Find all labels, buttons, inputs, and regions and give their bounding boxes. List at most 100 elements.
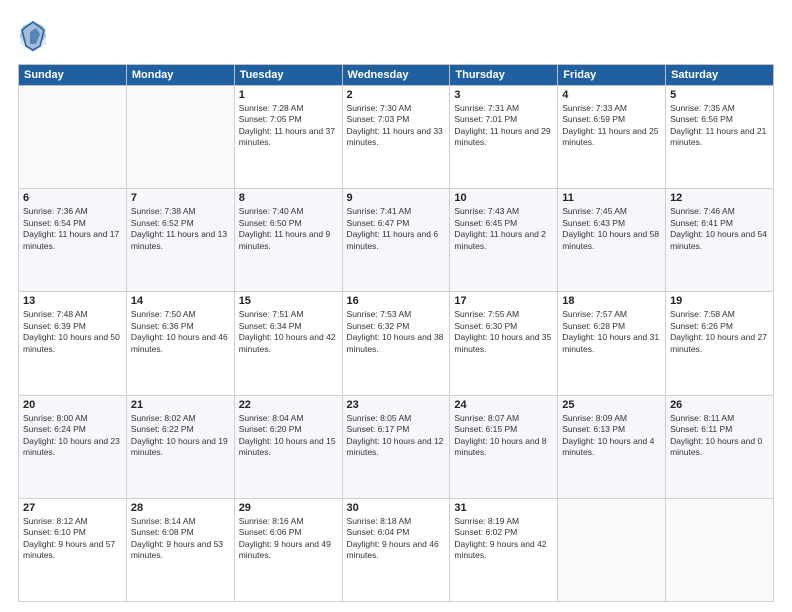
day-number: 1 bbox=[239, 89, 338, 101]
weekday-header-saturday: Saturday bbox=[666, 65, 774, 86]
weekday-header-friday: Friday bbox=[558, 65, 666, 86]
day-cell: 26 Sunrise: 8:11 AM Sunset: 6:11 PM Dayli… bbox=[666, 395, 774, 498]
page: SundayMondayTuesdayWednesdayThursdayFrid… bbox=[0, 0, 792, 612]
day-number: 28 bbox=[131, 502, 230, 514]
week-row-4: 20 Sunrise: 8:00 AM Sunset: 6:24 PM Dayli… bbox=[19, 395, 774, 498]
day-number: 7 bbox=[131, 192, 230, 204]
day-cell: 2Sunrise: 7:30 AM Sunset: 7:03 PM Daylig… bbox=[342, 86, 450, 189]
day-number: 10 bbox=[454, 192, 553, 204]
week-row-2: 6 Sunrise: 7:36 AM Sunset: 6:54 PM Daylig… bbox=[19, 189, 774, 292]
day-cell: 3 Sunrise: 7:31 AM Sunset: 7:01 PM Daylig… bbox=[450, 86, 558, 189]
day-cell: 9Sunrise: 7:41 AM Sunset: 6:47 PM Daylig… bbox=[342, 189, 450, 292]
day-info: Sunrise: 7:48 AM Sunset: 6:39 PM Dayligh… bbox=[23, 309, 122, 355]
weekday-header-wednesday: Wednesday bbox=[342, 65, 450, 86]
day-info: Sunrise: 7:45 AM Sunset: 6:43 PM Dayligh… bbox=[562, 206, 661, 252]
weekday-header-thursday: Thursday bbox=[450, 65, 558, 86]
day-cell: 10 Sunrise: 7:43 AM Sunset: 6:45 PM Dayli… bbox=[450, 189, 558, 292]
day-cell: 28 Sunrise: 8:14 AM Sunset: 6:08 PM Dayli… bbox=[126, 498, 234, 601]
day-cell: 12 Sunrise: 7:46 AM Sunset: 6:41 PM Dayli… bbox=[666, 189, 774, 292]
day-info: Sunrise: 8:18 AM Sunset: 6:04 PM Dayligh… bbox=[347, 516, 446, 562]
logo bbox=[18, 18, 52, 54]
day-info: Sunrise: 7:30 AM Sunset: 7:03 PM Dayligh… bbox=[347, 103, 446, 149]
day-cell: 22 Sunrise: 8:04 AM Sunset: 6:20 PM Dayli… bbox=[234, 395, 342, 498]
day-cell bbox=[19, 86, 127, 189]
day-info: Sunrise: 7:53 AM Sunset: 6:32 PM Dayligh… bbox=[347, 309, 446, 355]
day-info: Sunrise: 7:38 AM Sunset: 6:52 PM Dayligh… bbox=[131, 206, 230, 252]
day-info: Sunrise: 8:14 AM Sunset: 6:08 PM Dayligh… bbox=[131, 516, 230, 562]
day-cell: 21Sunrise: 8:02 AM Sunset: 6:22 PM Dayli… bbox=[126, 395, 234, 498]
day-info: Sunrise: 7:41 AM Sunset: 6:47 PM Dayligh… bbox=[347, 206, 446, 252]
day-info: Sunrise: 7:31 AM Sunset: 7:01 PM Dayligh… bbox=[454, 103, 553, 149]
day-cell: 31Sunrise: 8:19 AM Sunset: 6:02 PM Dayli… bbox=[450, 498, 558, 601]
day-info: Sunrise: 7:28 AM Sunset: 7:05 PM Dayligh… bbox=[239, 103, 338, 149]
day-number: 15 bbox=[239, 295, 338, 307]
day-info: Sunrise: 8:05 AM Sunset: 6:17 PM Dayligh… bbox=[347, 413, 446, 459]
weekday-header-sunday: Sunday bbox=[19, 65, 127, 86]
day-info: Sunrise: 7:35 AM Sunset: 6:56 PM Dayligh… bbox=[670, 103, 769, 149]
day-cell: 24 Sunrise: 8:07 AM Sunset: 6:15 PM Dayli… bbox=[450, 395, 558, 498]
weekday-header-monday: Monday bbox=[126, 65, 234, 86]
day-number: 6 bbox=[23, 192, 122, 204]
day-cell: 29 Sunrise: 8:16 AM Sunset: 6:06 PM Dayli… bbox=[234, 498, 342, 601]
day-info: Sunrise: 8:12 AM Sunset: 6:10 PM Dayligh… bbox=[23, 516, 122, 562]
day-number: 18 bbox=[562, 295, 661, 307]
day-number: 8 bbox=[239, 192, 338, 204]
day-cell: 18Sunrise: 7:57 AM Sunset: 6:28 PM Dayli… bbox=[558, 292, 666, 395]
day-cell: 16 Sunrise: 7:53 AM Sunset: 6:32 PM Dayli… bbox=[342, 292, 450, 395]
day-number: 12 bbox=[670, 192, 769, 204]
day-cell bbox=[126, 86, 234, 189]
logo-icon bbox=[18, 18, 48, 54]
day-info: Sunrise: 7:33 AM Sunset: 6:59 PM Dayligh… bbox=[562, 103, 661, 149]
day-info: Sunrise: 8:16 AM Sunset: 6:06 PM Dayligh… bbox=[239, 516, 338, 562]
day-info: Sunrise: 7:51 AM Sunset: 6:34 PM Dayligh… bbox=[239, 309, 338, 355]
day-cell: 5Sunrise: 7:35 AM Sunset: 6:56 PM Daylig… bbox=[666, 86, 774, 189]
week-row-1: 1 Sunrise: 7:28 AM Sunset: 7:05 PM Daylig… bbox=[19, 86, 774, 189]
day-cell: 8 Sunrise: 7:40 AM Sunset: 6:50 PM Daylig… bbox=[234, 189, 342, 292]
day-info: Sunrise: 7:40 AM Sunset: 6:50 PM Dayligh… bbox=[239, 206, 338, 252]
day-info: Sunrise: 8:04 AM Sunset: 6:20 PM Dayligh… bbox=[239, 413, 338, 459]
calendar: SundayMondayTuesdayWednesdayThursdayFrid… bbox=[18, 64, 774, 602]
day-info: Sunrise: 7:55 AM Sunset: 6:30 PM Dayligh… bbox=[454, 309, 553, 355]
weekday-header-row: SundayMondayTuesdayWednesdayThursdayFrid… bbox=[19, 65, 774, 86]
day-number: 25 bbox=[562, 399, 661, 411]
day-number: 19 bbox=[670, 295, 769, 307]
day-cell: 19Sunrise: 7:58 AM Sunset: 6:26 PM Dayli… bbox=[666, 292, 774, 395]
day-number: 31 bbox=[454, 502, 553, 514]
day-number: 22 bbox=[239, 399, 338, 411]
day-number: 17 bbox=[454, 295, 553, 307]
day-info: Sunrise: 7:36 AM Sunset: 6:54 PM Dayligh… bbox=[23, 206, 122, 252]
day-info: Sunrise: 8:07 AM Sunset: 6:15 PM Dayligh… bbox=[454, 413, 553, 459]
day-info: Sunrise: 8:11 AM Sunset: 6:11 PM Dayligh… bbox=[670, 413, 769, 459]
day-number: 13 bbox=[23, 295, 122, 307]
day-cell: 23Sunrise: 8:05 AM Sunset: 6:17 PM Dayli… bbox=[342, 395, 450, 498]
day-cell: 30 Sunrise: 8:18 AM Sunset: 6:04 PM Dayli… bbox=[342, 498, 450, 601]
week-row-5: 27 Sunrise: 8:12 AM Sunset: 6:10 PM Dayli… bbox=[19, 498, 774, 601]
day-number: 29 bbox=[239, 502, 338, 514]
day-cell bbox=[666, 498, 774, 601]
day-number: 11 bbox=[562, 192, 661, 204]
day-cell: 13 Sunrise: 7:48 AM Sunset: 6:39 PM Dayli… bbox=[19, 292, 127, 395]
day-cell: 4Sunrise: 7:33 AM Sunset: 6:59 PM Daylig… bbox=[558, 86, 666, 189]
day-cell: 15 Sunrise: 7:51 AM Sunset: 6:34 PM Dayli… bbox=[234, 292, 342, 395]
day-number: 14 bbox=[131, 295, 230, 307]
weekday-header-tuesday: Tuesday bbox=[234, 65, 342, 86]
week-row-3: 13 Sunrise: 7:48 AM Sunset: 6:39 PM Dayli… bbox=[19, 292, 774, 395]
day-number: 24 bbox=[454, 399, 553, 411]
day-number: 26 bbox=[670, 399, 769, 411]
day-cell: 25 Sunrise: 8:09 AM Sunset: 6:13 PM Dayli… bbox=[558, 395, 666, 498]
day-info: Sunrise: 7:46 AM Sunset: 6:41 PM Dayligh… bbox=[670, 206, 769, 252]
day-number: 16 bbox=[347, 295, 446, 307]
day-cell: 27 Sunrise: 8:12 AM Sunset: 6:10 PM Dayli… bbox=[19, 498, 127, 601]
day-number: 27 bbox=[23, 502, 122, 514]
day-cell: 11 Sunrise: 7:45 AM Sunset: 6:43 PM Dayli… bbox=[558, 189, 666, 292]
day-info: Sunrise: 8:09 AM Sunset: 6:13 PM Dayligh… bbox=[562, 413, 661, 459]
day-info: Sunrise: 8:00 AM Sunset: 6:24 PM Dayligh… bbox=[23, 413, 122, 459]
day-cell: 1 Sunrise: 7:28 AM Sunset: 7:05 PM Daylig… bbox=[234, 86, 342, 189]
day-info: Sunrise: 7:50 AM Sunset: 6:36 PM Dayligh… bbox=[131, 309, 230, 355]
day-cell: 14 Sunrise: 7:50 AM Sunset: 6:36 PM Dayli… bbox=[126, 292, 234, 395]
day-number: 3 bbox=[454, 89, 553, 101]
header bbox=[18, 18, 774, 54]
day-number: 20 bbox=[23, 399, 122, 411]
day-info: Sunrise: 7:43 AM Sunset: 6:45 PM Dayligh… bbox=[454, 206, 553, 252]
day-number: 30 bbox=[347, 502, 446, 514]
